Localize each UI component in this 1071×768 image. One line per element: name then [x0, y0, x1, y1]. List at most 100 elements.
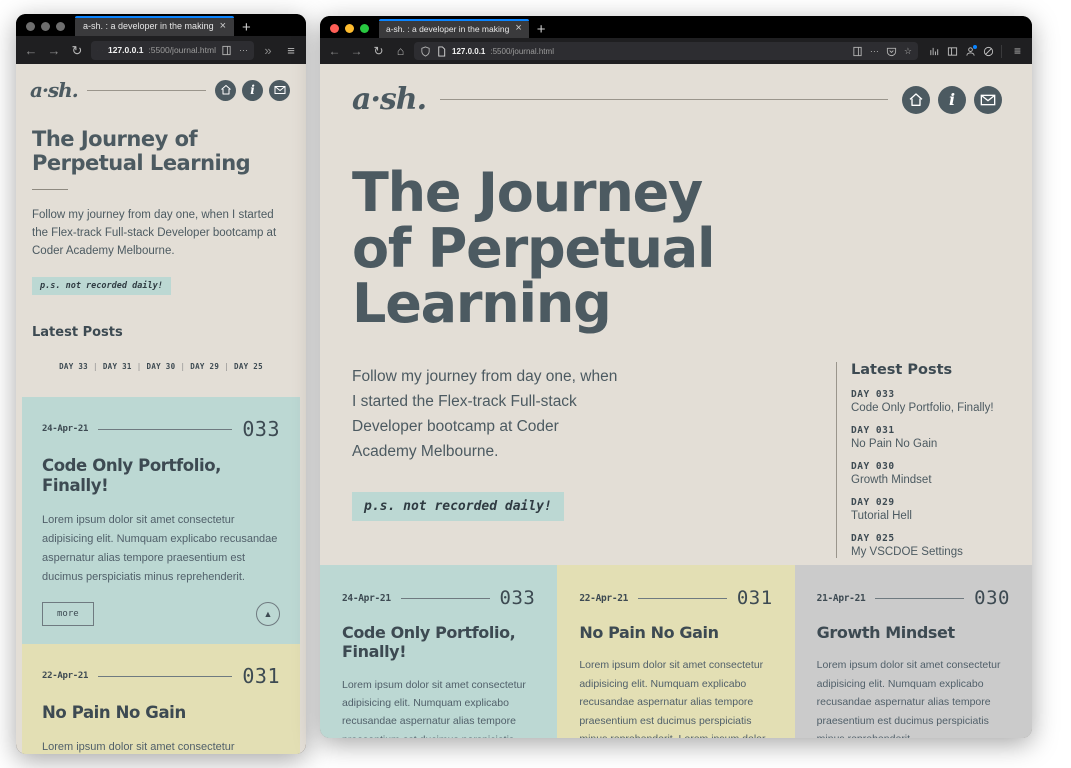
maximize-window-button[interactable]	[360, 24, 369, 33]
post-title[interactable]: No Pain No Gain	[42, 703, 280, 723]
day-link[interactable]: DAY 30	[147, 362, 176, 371]
reload-icon[interactable]: ↻	[68, 44, 86, 57]
menu-icon[interactable]: ≡	[282, 44, 300, 57]
post-excerpt: Lorem ipsum dolor sit amet consectetur a…	[579, 659, 765, 738]
latest-post-title[interactable]: No Pain No Gain	[851, 438, 1016, 450]
browser-tab[interactable]: a-sh. : a developer in the making ×	[75, 16, 235, 36]
post-card[interactable]: 21-Apr-21 030 Growth Mindset Lorem ipsum…	[794, 565, 1032, 738]
post-title[interactable]: Code Only Portfolio, Finally!	[342, 623, 535, 661]
site-nav-mobile[interactable]: i	[215, 79, 290, 101]
post-title[interactable]: No Pain No Gain	[579, 623, 772, 642]
pocket-icon[interactable]	[886, 46, 897, 57]
post-title[interactable]: Growth Mindset	[817, 623, 1010, 642]
header-divider	[440, 99, 888, 100]
back-icon[interactable]: ←	[326, 45, 343, 57]
post-card[interactable]: 24-Apr-21 033 Code Only Portfolio, Final…	[22, 397, 300, 645]
post-card-meta: 22-Apr-21 031	[42, 664, 280, 688]
nav-contact-button[interactable]	[269, 79, 290, 101]
forward-icon[interactable]: →	[348, 45, 365, 57]
browser-window-mobile[interactable]: a-sh. : a developer in the making × + ← …	[16, 14, 306, 754]
address-bar-actions[interactable]: ··· ☆	[852, 46, 912, 57]
day-link[interactable]: DAY 33	[59, 362, 88, 371]
tabstrip-mobile[interactable]: a-sh. : a developer in the making × +	[75, 16, 259, 36]
sidebar-icon[interactable]	[947, 46, 958, 57]
site-nav-desktop[interactable]: i	[902, 85, 1002, 114]
new-tab-button[interactable]: +	[234, 20, 259, 36]
toolbar-actions[interactable]: ≡	[923, 44, 1026, 58]
address-bar[interactable]: 127.0.0.1 :5500/journal.html ··· ☆	[414, 42, 918, 60]
toolbar-mobile[interactable]: ← → ↻ 127.0.0.1:5500/journal.html ··· »	[16, 36, 306, 64]
page-actions-icon[interactable]: ···	[870, 46, 879, 56]
url-path: :5500/journal.html	[490, 46, 554, 56]
reader-view-icon[interactable]	[221, 45, 232, 56]
latest-post-item[interactable]: DAY 033 Code Only Portfolio, Finally!	[851, 389, 1016, 414]
post-excerpt: Lorem ipsum dolor sit amet consectetur a…	[42, 513, 278, 583]
page-actions-icon[interactable]: ···	[239, 45, 248, 55]
post-card-actions[interactable]: more ▲	[42, 602, 280, 627]
close-icon[interactable]: ×	[220, 20, 226, 32]
chevron-up-icon[interactable]: ▲	[256, 602, 280, 627]
site-logo[interactable]: a·sh.	[30, 78, 79, 102]
latest-post-title[interactable]: Tutorial Hell	[851, 510, 1016, 522]
window-controls-mobile[interactable]	[26, 22, 65, 36]
post-title[interactable]: Code Only Portfolio, Finally!	[42, 456, 280, 496]
browser-window-desktop[interactable]: a-sh. : a developer in the making × + ← …	[320, 16, 1032, 738]
new-tab-button[interactable]: +	[529, 22, 554, 38]
latest-post-item[interactable]: DAY 031 No Pain No Gain	[851, 425, 1016, 450]
post-excerpt: Lorem ipsum dolor sit amet consectetur a…	[342, 678, 526, 738]
post-card[interactable]: 22-Apr-21 031 No Pain No Gain Lorem ipsu…	[22, 644, 300, 754]
address-bar[interactable]: 127.0.0.1:5500/journal.html ···	[91, 40, 254, 60]
back-icon[interactable]: ←	[22, 44, 40, 57]
reload-icon[interactable]: ↻	[370, 45, 387, 57]
latest-post-title[interactable]: My VSCDOE Settings	[851, 546, 1016, 558]
nav-about-button[interactable]: i	[242, 79, 263, 101]
tab-title: a-sh. : a developer in the making	[386, 23, 510, 34]
latest-post-item[interactable]: DAY 029 Tutorial Hell	[851, 497, 1016, 522]
address-bar-actions[interactable]: ···	[221, 45, 248, 56]
header-divider	[86, 89, 206, 91]
minimize-window-button[interactable]	[345, 24, 354, 33]
day-link[interactable]: DAY 31	[103, 362, 132, 371]
url-path: :5500/journal.html	[148, 45, 216, 55]
post-excerpt: Lorem ipsum dolor sit amet consectetur a…	[816, 659, 1001, 738]
close-window-button[interactable]	[26, 22, 35, 31]
privacy-icon[interactable]	[983, 46, 994, 57]
meta-divider	[400, 597, 490, 599]
latest-post-item[interactable]: DAY 025 My VSCDOE Settings	[851, 533, 1016, 558]
url-host: 127.0.0.1	[452, 46, 486, 56]
day-link[interactable]: DAY 25	[234, 362, 263, 371]
more-button[interactable]: more	[42, 602, 94, 627]
page-viewport-desktop: a·sh. i The Journey of Perpetual Learnin…	[320, 64, 1032, 738]
close-window-button[interactable]	[330, 24, 339, 33]
day-link[interactable]: DAY 29	[190, 362, 219, 371]
overflow-menu-icon[interactable]: »	[259, 44, 277, 57]
latest-posts-day-links[interactable]: DAY 33 | DAY 31 | DAY 30 | DAY 29 | DAY …	[32, 362, 290, 371]
latest-post-title[interactable]: Code Only Portfolio, Finally!	[851, 402, 1016, 414]
nav-home-button[interactable]	[215, 79, 236, 101]
maximize-window-button[interactable]	[56, 22, 65, 31]
home-icon[interactable]: ⌂	[392, 45, 409, 57]
nav-home-button[interactable]	[902, 85, 930, 114]
menu-icon[interactable]: ≡	[1009, 45, 1026, 57]
forward-icon[interactable]: →	[45, 44, 63, 57]
bookmark-icon[interactable]: ☆	[904, 46, 912, 57]
browser-tab[interactable]: a-sh. : a developer in the making ×	[379, 19, 529, 38]
ps-badge: p.s. not recorded daily!	[352, 492, 564, 522]
home-icon	[908, 92, 924, 108]
post-card[interactable]: 22-Apr-21 031 No Pain No Gain Lorem ipsu…	[557, 565, 795, 738]
nav-about-button[interactable]: i	[938, 85, 966, 114]
nav-contact-button[interactable]	[974, 85, 1002, 114]
reader-view-icon[interactable]	[852, 46, 863, 57]
minimize-window-button[interactable]	[41, 22, 50, 31]
tabstrip-desktop[interactable]: a-sh. : a developer in the making × +	[379, 19, 554, 38]
toolbar-desktop[interactable]: ← → ↻ ⌂ 127.0.0.1 :5500/journal.html ···	[320, 38, 1032, 64]
close-icon[interactable]: ×	[515, 23, 521, 34]
site-logo[interactable]: a·sh.	[352, 82, 427, 117]
post-card[interactable]: 24-Apr-21 033 Code Only Portfolio, Final…	[320, 565, 558, 738]
account-icon[interactable]	[965, 44, 977, 57]
latest-post-item[interactable]: DAY 030 Growth Mindset	[851, 461, 1016, 486]
window-controls-desktop[interactable]	[330, 24, 369, 38]
latest-post-title[interactable]: Growth Mindset	[851, 474, 1016, 486]
mail-icon	[980, 92, 996, 108]
library-icon[interactable]	[929, 46, 940, 57]
